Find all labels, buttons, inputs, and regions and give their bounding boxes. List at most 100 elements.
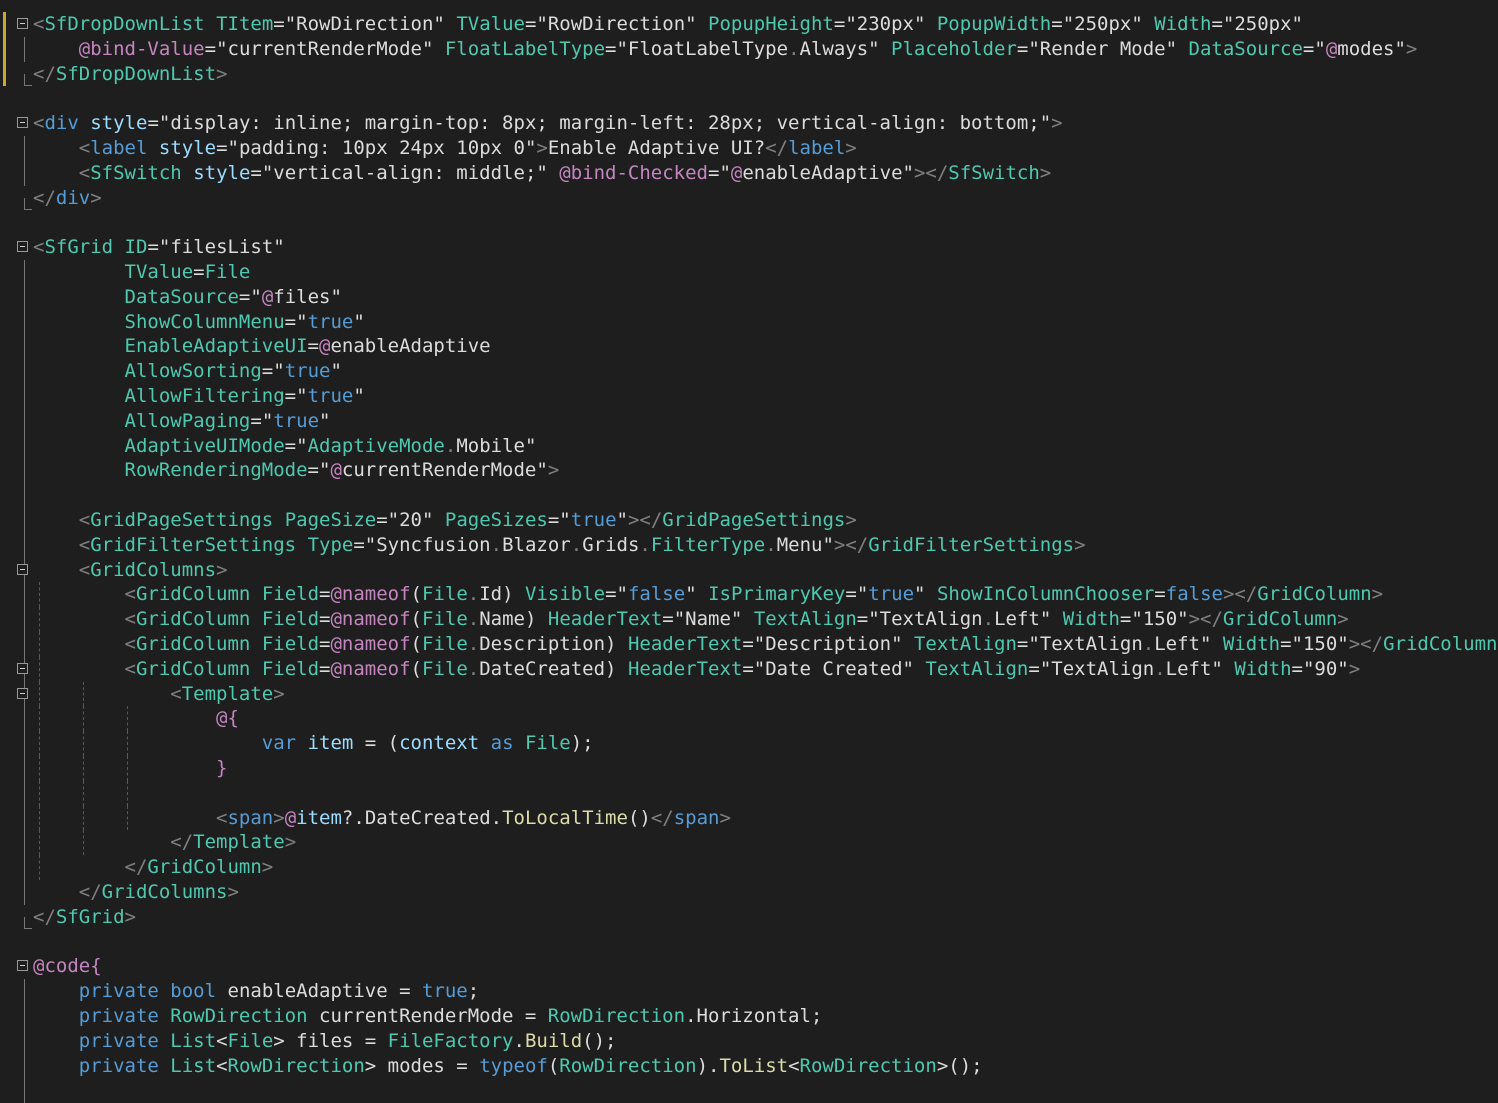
indent-guide (24, 1004, 25, 1029)
code-line[interactable]: EnableAdaptiveUI=@enableAdaptive (0, 334, 1498, 360)
code-line[interactable] (0, 483, 1498, 508)
collapse-region-icon[interactable] (17, 241, 28, 253)
collapse-region-icon[interactable] (17, 960, 28, 972)
code-line[interactable]: var item = (context as File); (0, 731, 1498, 756)
code-line[interactable] (0, 780, 1498, 806)
code-line[interactable]: <GridColumn Field=@nameof(File.DateCreat… (0, 656, 1498, 682)
code-line[interactable]: private bool enableAdaptive = true; (0, 979, 1498, 1004)
code-line[interactable]: <SfGrid ID="filesList" (0, 235, 1498, 260)
code-token: = (250, 409, 262, 432)
code-line[interactable]: </SfGrid> (0, 905, 1498, 930)
code-token: bool (170, 980, 217, 1003)
code-token: File (227, 1029, 274, 1052)
code-token: . (1142, 633, 1155, 655)
indent-guide (24, 284, 25, 310)
code-line[interactable]: <GridColumn Field=@nameof(File.Descripti… (0, 632, 1498, 657)
code-token: < (124, 633, 136, 655)
code-line[interactable]: <GridFilterSettings Type="Syncfusion.Bla… (0, 532, 1498, 558)
code-token: "FloatLabelType (616, 37, 789, 60)
code-editor[interactable]: <SfDropDownList TItem="RowDirection" TVa… (0, 0, 1498, 1103)
code-line[interactable]: <GridColumn Field=@nameof(File.Name) Hea… (0, 607, 1498, 632)
code-line[interactable]: </Template> (0, 830, 1498, 856)
code-token: Left" (994, 608, 1052, 631)
code-token: files" (273, 285, 342, 308)
code-line[interactable]: <GridColumns> (0, 557, 1498, 583)
code-line[interactable] (0, 1078, 1498, 1103)
code-line[interactable]: @{ (0, 706, 1498, 732)
collapse-region-icon[interactable] (17, 117, 28, 129)
code-token: @ (730, 161, 743, 184)
code-token: FilterType (650, 533, 766, 556)
code-token: > (547, 459, 560, 482)
code-line[interactable]: </GridColumn> (0, 855, 1498, 880)
collapse-region-icon[interactable] (17, 687, 28, 699)
code-line[interactable] (0, 210, 1498, 235)
code-line[interactable]: </GridColumns> (0, 880, 1498, 905)
code-line[interactable]: private RowDirection currentRenderMode =… (0, 1004, 1498, 1029)
code-token: "20" (387, 509, 434, 531)
code-line[interactable]: <SfDropDownList TItem="RowDirection" TVa… (0, 12, 1498, 37)
code-line[interactable]: </div> (0, 186, 1498, 211)
modified-change-marker (3, 12, 6, 37)
code-token: private (78, 980, 159, 1003)
code-line[interactable] (0, 930, 1498, 955)
code-line[interactable]: AllowSorting="true" (0, 359, 1498, 384)
code-line[interactable]: AdaptiveUIMode="AdaptiveMode.Mobile" (0, 433, 1498, 459)
code-token: "filesList" (158, 236, 285, 259)
code-line[interactable]: <GridPageSettings PageSize="20" PageSize… (0, 508, 1498, 533)
code-token: SfGrid (44, 236, 114, 259)
code-line[interactable]: private List<RowDirection> modes = typeo… (0, 1053, 1498, 1079)
code-token: = (319, 583, 331, 606)
code-line[interactable]: } (0, 756, 1498, 781)
code-line[interactable]: </SfDropDownList> (0, 61, 1498, 87)
code-line[interactable]: @bind-Value="currentRenderMode" FloatLab… (0, 36, 1498, 62)
code-line[interactable]: @code{ (0, 954, 1498, 979)
code-token: false (1165, 583, 1223, 606)
code-token: ( (410, 583, 422, 606)
code-token: ></ (1348, 633, 1384, 655)
code-line[interactable]: AllowFiltering="true" (0, 384, 1498, 409)
code-token: @bind-Value (78, 37, 205, 60)
code-line[interactable]: <Template> (0, 681, 1498, 707)
code-line[interactable]: <div style="display: inline; margin-top:… (0, 111, 1498, 136)
code-token: </ (650, 806, 674, 829)
code-token: = (605, 583, 617, 606)
code-token: = (662, 608, 674, 631)
code-line[interactable]: ShowColumnMenu="true" (0, 309, 1498, 335)
code-token: enableAdaptive = (216, 980, 422, 1003)
collapse-region-icon[interactable] (17, 563, 28, 575)
code-line[interactable]: AllowPaging="true" (0, 408, 1498, 434)
code-token: > (1051, 112, 1063, 135)
code-token: RowDirection (170, 1005, 308, 1027)
code-line[interactable]: DataSource="@files" (0, 284, 1498, 310)
collapse-region-icon[interactable] (17, 662, 28, 674)
collapse-region-icon[interactable] (17, 18, 28, 29)
code-token: > (261, 856, 274, 879)
code-token: < (124, 583, 136, 606)
code-text: <GridPageSettings PageSize="20" PageSize… (33, 508, 857, 533)
code-line[interactable]: RowRenderingMode="@currentRenderMode"> (0, 458, 1498, 484)
code-text: <GridColumn Field=@nameof(File.Id) Visib… (33, 582, 1384, 607)
indent-guide (24, 36, 25, 62)
code-line[interactable]: <span>@item?.DateCreated.ToLocalTime()</… (0, 805, 1498, 831)
code-line[interactable]: private List<File> files = FileFactory.B… (0, 1028, 1498, 1054)
code-line[interactable] (0, 86, 1498, 111)
code-line[interactable]: <SfSwitch style="vertical-align: middle;… (0, 160, 1498, 186)
code-token: typeof (479, 1054, 548, 1077)
code-text: <GridColumn Field=@nameof(File.Name) Hea… (33, 607, 1349, 632)
code-line[interactable]: TValue=File (0, 260, 1498, 285)
code-line[interactable]: <GridColumn Field=@nameof(File.Id) Visib… (0, 582, 1498, 608)
code-line[interactable]: <label style="padding: 10px 24px 10px 0"… (0, 136, 1498, 161)
